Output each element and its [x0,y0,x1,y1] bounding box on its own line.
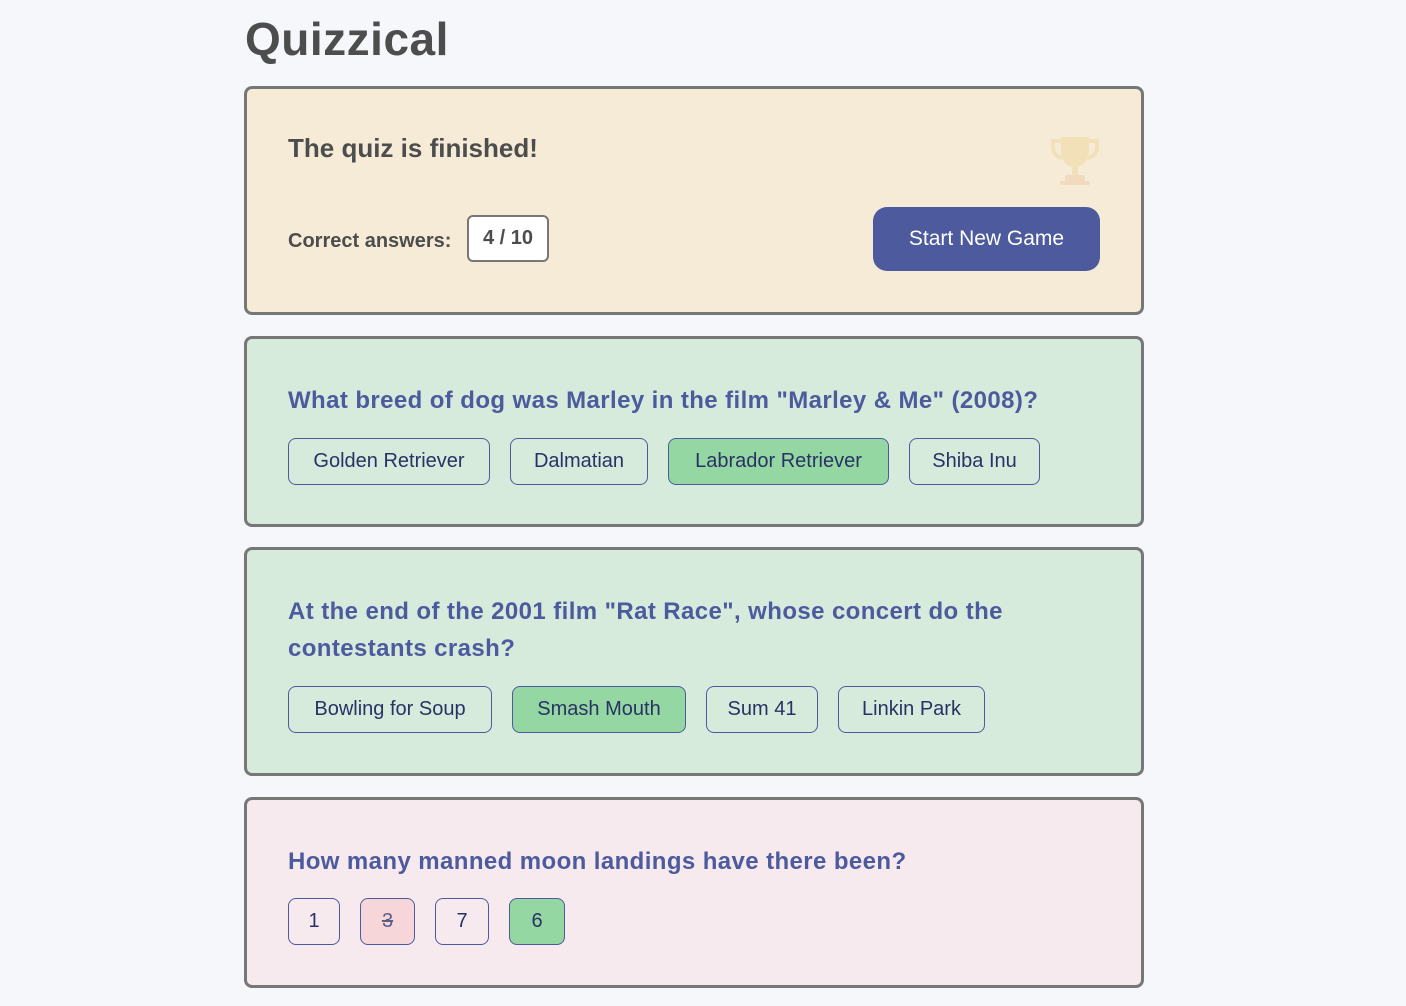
app-title: Quizzical [245,13,449,65]
answer-list: Bowling for Soup Smash Mouth Sum 41 Link… [288,686,985,733]
question-text: What breed of dog was Marley in the film… [288,387,1039,414]
result-card: The quiz is finished! Correct answers: 4… [244,86,1144,315]
question-text: How many manned moon landings have there… [288,848,907,875]
answer-option[interactable]: Golden Retriever [288,438,490,485]
start-new-game-button[interactable]: Start New Game [873,207,1100,271]
answer-option[interactable]: Sum 41 [706,686,818,733]
answer-list: Golden Retriever Dalmatian Labrador Retr… [288,438,1040,485]
answer-option-correct[interactable]: Smash Mouth [512,686,686,733]
question-card: How many manned moon landings have there… [244,797,1144,988]
answer-option[interactable]: 1 [288,898,340,945]
answer-option-correct[interactable]: Labrador Retriever [668,438,889,485]
trophy-icon [1051,137,1099,185]
answer-option[interactable]: 7 [435,898,489,945]
score-label: Correct answers: [288,230,452,252]
answer-option[interactable]: Bowling for Soup [288,686,492,733]
question-card: What breed of dog was Marley in the film… [244,336,1144,527]
question-card: At the end of the 2001 film "Rat Race", … [244,547,1144,776]
question-text: At the end of the 2001 film "Rat Race", … [288,598,1003,662]
score-badge: 4 / 10 [467,215,549,262]
answer-option[interactable]: Dalmatian [510,438,648,485]
answer-option-wrong[interactable]: 3 [360,898,415,945]
answer-option-correct[interactable]: 6 [509,898,565,945]
result-heading: The quiz is finished! [288,133,538,163]
answer-option[interactable]: Shiba Inu [909,438,1040,485]
answer-option[interactable]: Linkin Park [838,686,985,733]
answer-list: 1 3 7 6 [288,898,565,945]
